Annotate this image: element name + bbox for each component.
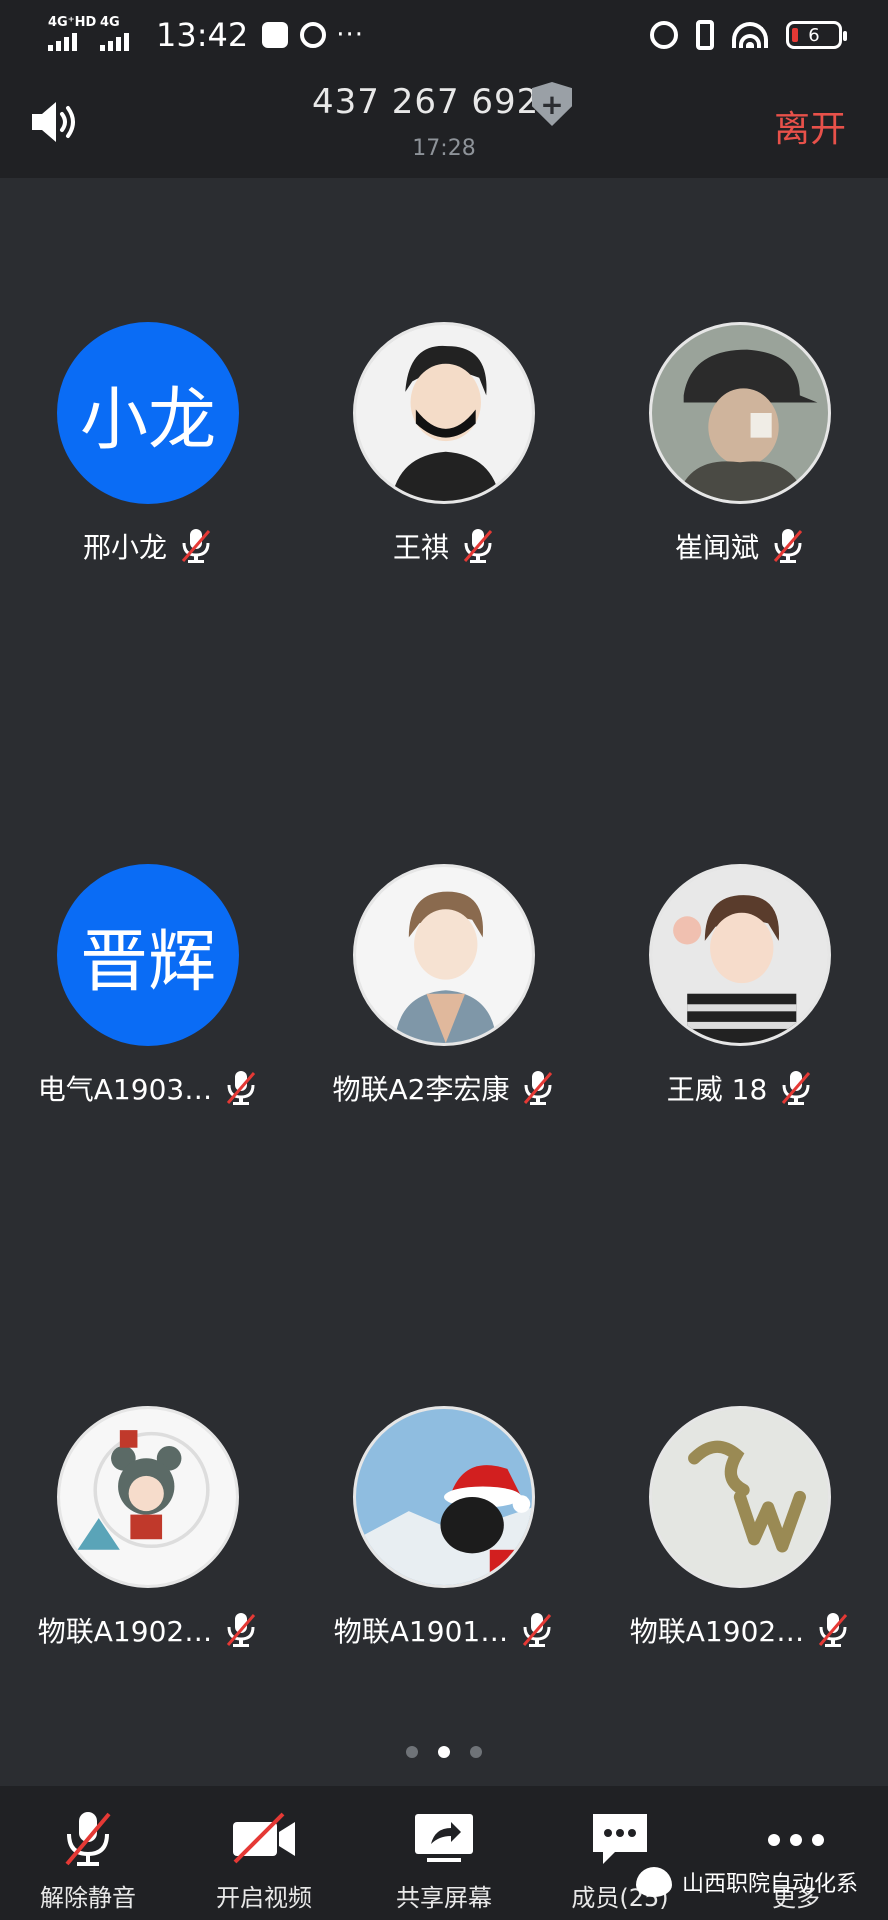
avatar: 晋辉 [57,864,239,1046]
battery-level: 6 [808,24,820,46]
alarm-icon [650,21,678,49]
share-screen-icon [409,1810,479,1868]
page-dot-active[interactable] [438,1746,450,1758]
participant-name: 崔闻斌 [674,531,759,564]
meeting-id[interactable]: 437 267 692 [312,82,539,122]
mic-off-icon [53,1810,123,1868]
participant-tile[interactable]: 小龙 邢小龙 [0,322,296,622]
mic-muted-icon [520,1611,554,1649]
unmute-label: 解除静音 [40,1884,136,1912]
striped-boy-icon [649,864,831,1046]
mic-muted-icon [779,1069,813,1107]
video-off-icon [229,1810,299,1868]
wechat-logo-icon [635,1867,672,1897]
participant-label: 崔闻斌 [592,526,888,566]
sand-letters-icon [649,1406,831,1588]
participant-tile[interactable]: 崔闻斌 [592,322,888,622]
mic-muted-icon [224,1069,258,1107]
masked-boy-icon [353,322,535,504]
page-indicator[interactable] [0,1746,888,1758]
participant-tile[interactable]: 物联A1902… [0,1406,296,1706]
meeting-duration: 17:28 [412,136,476,161]
participant-tile[interactable]: 晋辉 电气A1903… [0,864,296,1164]
share-screen-button[interactable]: 共享屏幕 [364,1800,524,1916]
participant-tile[interactable]: 物联A1901… [296,1406,592,1706]
more-button[interactable]: 更多 [716,1800,876,1916]
participant-name: 物联A1901… [333,1615,509,1648]
participant-name: 物联A2李宏康 [332,1073,510,1106]
santa-hat-icon [353,1406,535,1588]
start-video-button[interactable]: 开启视频 [184,1800,344,1916]
anime-boy-icon [353,864,535,1046]
status-right: 6 [650,18,847,52]
mic-muted-icon [179,527,213,565]
network-type-1: 4G⁺HD [48,15,97,30]
signal-icon-2: 4G [98,15,142,53]
participant-label: 物联A1902… [592,1610,888,1650]
meeting-toolbar: 解除静音 开启视频 共享屏幕 成员(25) 更多 [0,1786,888,1920]
participant-name: 王威 18 [666,1073,768,1106]
more-status-icon: ··· [336,20,365,50]
status-time: 13:42 [156,16,249,54]
meeting-header: 437 267 692 + 17:28 离开 [0,70,888,178]
page-dot[interactable] [470,1746,482,1758]
battery-icon: 6 [786,21,847,49]
participant-tile[interactable]: 王祺 [296,322,592,622]
participant-name: 邢小龙 [82,531,167,564]
members-button[interactable]: 成员(25) [540,1800,700,1916]
participant-label: 邢小龙 [0,526,296,566]
more-dots-icon [761,1810,831,1868]
mic-muted-icon [461,527,495,565]
vibrate-icon [696,20,714,50]
participant-tile[interactable]: 物联A1902… [592,1406,888,1706]
share-screen-label: 共享屏幕 [396,1884,492,1912]
status-bar: 4G⁺HD 4G 13:42 ··· 6 [0,0,888,70]
participant-tile[interactable]: 王威 18 [592,864,888,1164]
unmute-button[interactable]: 解除静音 [8,1800,168,1916]
mic-muted-icon [816,1611,850,1649]
start-video-label: 开启视频 [216,1884,312,1912]
avatar: 小龙 [57,322,239,504]
status-left: 4G⁺HD 4G 13:42 ··· [46,14,364,56]
network-type-2: 4G [100,15,120,30]
participant-label: 物联A1901… [296,1610,592,1650]
cap-man-icon [649,322,831,504]
chat-members-icon [585,1810,655,1868]
participant-tile[interactable]: 物联A2李宏康 [296,864,592,1164]
participant-label: 电气A1903… [0,1068,296,1108]
leave-button[interactable]: 离开 [774,100,846,152]
wifi-icon [732,22,768,48]
participant-name: 王祺 [392,531,449,564]
participant-name: 物联A1902… [629,1615,805,1648]
page-dot[interactable] [406,1746,418,1758]
gauge-icon [300,22,327,48]
mic-muted-icon [521,1069,555,1107]
participant-label: 王威 18 [592,1068,888,1108]
mic-muted-icon [224,1611,258,1649]
mail-icon [262,22,289,48]
participant-label: 物联A1902… [0,1610,296,1650]
participant-name: 电气A1903… [37,1073,213,1106]
participant-label: 王祺 [296,526,592,566]
watermark: 山西职院自动化系 [635,1866,858,1898]
watermark-text: 山西职院自动化系 [681,1872,858,1897]
participant-label: 物联A2李宏康 [296,1068,592,1108]
signal-icon-1: 4G⁺HD [46,15,96,53]
participant-name: 物联A1902… [37,1615,213,1648]
bear-hood-icon [57,1406,239,1588]
mic-muted-icon [771,527,805,565]
